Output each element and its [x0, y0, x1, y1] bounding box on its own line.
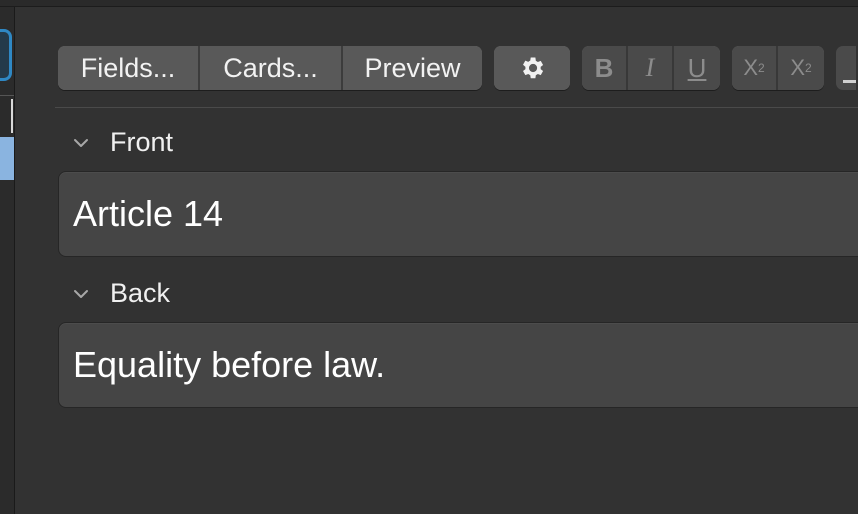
focused-control-edge[interactable] [0, 29, 12, 81]
fields-button[interactable]: Fields... [58, 46, 200, 90]
italic-button[interactable]: I [628, 46, 674, 90]
subscript-mark: 2 [805, 61, 812, 75]
note-editor-window: Fields... Cards... Preview B I U X2 X2 F… [0, 0, 858, 514]
cards-button[interactable]: Cards... [200, 46, 343, 90]
selected-row-edge[interactable] [0, 137, 14, 180]
subscript-base: X [790, 55, 805, 80]
editor-toolbar: Fields... Cards... Preview B I U X2 X2 [58, 45, 856, 91]
field-input-front[interactable]: Article 14 [58, 171, 858, 257]
field-name-back: Back [110, 278, 171, 308]
superscript-base: X [743, 55, 758, 80]
bold-button[interactable]: B [582, 46, 628, 90]
window-top-edge [0, 0, 858, 7]
chevron-down-icon[interactable] [70, 132, 92, 154]
underline-button[interactable]: U [674, 46, 720, 90]
text-format-group: B I U [582, 46, 720, 90]
text-cursor [11, 99, 13, 133]
preview-button[interactable]: Preview [343, 46, 482, 90]
options-group [494, 46, 570, 90]
toolbar-separator [55, 107, 858, 108]
gear-icon [523, 57, 544, 79]
sidebar-divider [0, 95, 14, 96]
options-button[interactable] [494, 46, 570, 90]
subscript-button[interactable]: X2 [778, 46, 824, 90]
left-sidebar-edge [0, 7, 15, 514]
script-format-group: X2 X2 [732, 46, 824, 90]
field-label-front[interactable]: Front [70, 127, 173, 158]
chevron-down-icon[interactable] [70, 283, 92, 305]
more-format-button[interactable] [836, 46, 856, 90]
superscript-button[interactable]: X2 [732, 46, 778, 90]
field-name-front: Front [110, 127, 174, 157]
superscript-mark: 2 [758, 61, 765, 75]
field-input-back[interactable]: Equality before law. [58, 322, 858, 408]
card-actions-group: Fields... Cards... Preview [58, 46, 482, 90]
color-underline-icon [843, 80, 856, 83]
field-label-back[interactable]: Back [70, 278, 170, 309]
